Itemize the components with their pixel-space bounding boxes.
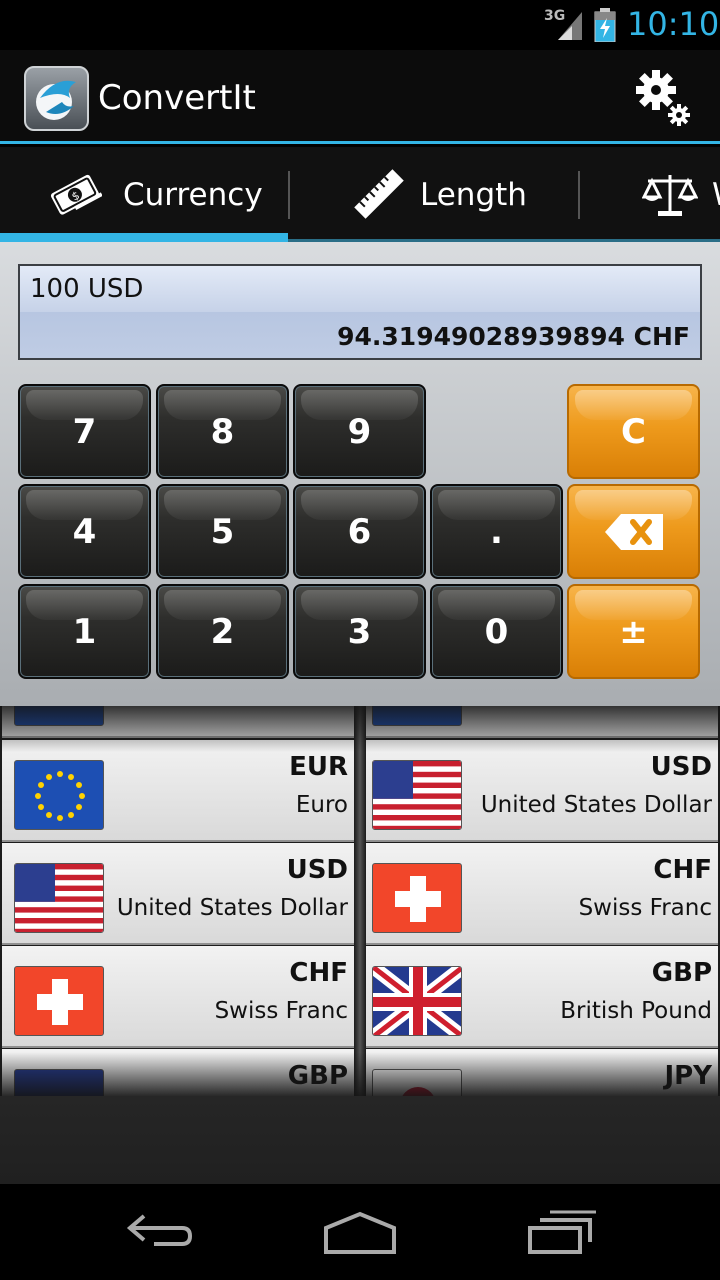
calculator-panel: 100 USD 94.31949028939894 CHF 7 8 9 C 4 … [0, 242, 720, 706]
key-7[interactable]: 7 [18, 384, 151, 479]
key-2[interactable]: 2 [156, 584, 289, 679]
currency-code: GBP [651, 958, 712, 988]
currency-code: USD [286, 855, 348, 885]
ch-flag-icon [372, 863, 462, 933]
backspace-button[interactable] [567, 484, 700, 579]
eu-flag-icon [372, 706, 462, 726]
tab-weight[interactable]: W [580, 147, 720, 242]
navigation-bar [0, 1184, 720, 1280]
tab-length-label: Length [420, 177, 527, 213]
result-value: 94.31949028939894 CHF [337, 322, 690, 351]
conversion-display: 100 USD 94.31949028939894 CHF [18, 264, 702, 360]
from-currency-list[interactable]: EUR Euro USD United States Dollar CHF Sw… [2, 706, 354, 1096]
key-label: . [490, 512, 503, 552]
list-item[interactable] [2, 706, 354, 738]
key-label: 9 [347, 412, 372, 452]
key-1[interactable]: 1 [18, 584, 151, 679]
currency-icon: $ [50, 174, 102, 215]
home-icon[interactable] [322, 1208, 398, 1256]
key-4[interactable]: 4 [18, 484, 151, 579]
tab-strip: $ Currency Length [0, 147, 720, 242]
list-item[interactable]: JPY [366, 1049, 718, 1096]
currency-name: United States Dollar [116, 895, 348, 921]
list-item[interactable]: CHF Swiss Franc [366, 843, 718, 945]
us-flag-icon [14, 863, 104, 933]
to-currency-list[interactable]: USD United States Dollar CHF Swiss Franc [366, 706, 718, 1096]
key-8[interactable]: 8 [156, 384, 289, 479]
eu-flag-icon [14, 760, 104, 830]
clock: 10:10 [627, 5, 720, 43]
app-title: ConvertIt [98, 78, 256, 118]
tab-currency-label: Currency [123, 177, 263, 213]
key-3[interactable]: 3 [293, 584, 426, 679]
signal-icon [558, 12, 582, 40]
gb-flag-icon [372, 966, 462, 1036]
clear-button[interactable]: C [567, 384, 700, 479]
gb-flag-icon [14, 1069, 104, 1096]
status-bar: 3G 10:10 [0, 0, 720, 50]
list-item[interactable] [366, 706, 718, 738]
currency-name: United States Dollar [480, 792, 712, 818]
eu-flag-icon [14, 706, 104, 726]
key-label: 7 [72, 412, 97, 452]
currency-lists: EUR Euro USD United States Dollar CHF Sw… [0, 706, 720, 1096]
battery-icon [594, 8, 616, 42]
currency-name: British Pound [560, 998, 712, 1024]
currency-code: CHF [653, 855, 712, 885]
list-item[interactable]: GBP [2, 1049, 354, 1096]
currency-name: Swiss Franc [578, 895, 712, 921]
plus-minus-button[interactable]: ± [567, 584, 700, 679]
key-label: 3 [347, 612, 372, 652]
ch-flag-icon [14, 966, 104, 1036]
key-label: 4 [72, 512, 97, 552]
tab-weight-label: W [712, 177, 720, 213]
currency-name: Euro [295, 792, 348, 818]
currency-code: JPY [664, 1061, 712, 1091]
key-label: C [621, 412, 646, 452]
list-item[interactable]: USD United States Dollar [366, 740, 718, 842]
key-decimal[interactable]: . [430, 484, 563, 579]
tab-length[interactable]: Length [290, 147, 578, 242]
list-item[interactable]: USD United States Dollar [2, 843, 354, 945]
key-0[interactable]: 0 [430, 584, 563, 679]
key-label: 6 [347, 512, 372, 552]
currency-code: GBP [287, 1061, 348, 1091]
list-item[interactable]: CHF Swiss Franc [2, 946, 354, 1048]
list-divider [354, 706, 366, 1096]
list-item[interactable]: GBP British Pound [366, 946, 718, 1048]
key-5[interactable]: 5 [156, 484, 289, 579]
key-label: 5 [210, 512, 235, 552]
scale-icon [642, 175, 698, 216]
currency-code: USD [650, 752, 712, 782]
currency-code: CHF [289, 958, 348, 988]
jp-flag-icon [372, 1069, 462, 1096]
settings-gear-icon[interactable] [636, 68, 692, 128]
bottom-spacer [0, 1096, 720, 1184]
key-label: 0 [484, 612, 509, 652]
key-6[interactable]: 6 [293, 484, 426, 579]
us-flag-icon [372, 760, 462, 830]
back-icon[interactable] [124, 1208, 196, 1256]
app-logo-icon [24, 66, 89, 131]
currency-code: EUR [289, 752, 348, 782]
tab-currency[interactable]: $ Currency [0, 147, 288, 242]
key-label: ± [619, 612, 648, 652]
tab-active-indicator [0, 233, 288, 242]
currency-name: Swiss Franc [214, 998, 348, 1024]
input-value: 100 USD [30, 274, 144, 304]
key-9[interactable]: 9 [293, 384, 426, 479]
action-bar: ConvertIt [0, 50, 720, 144]
recent-apps-icon[interactable] [526, 1208, 598, 1256]
backspace-icon [605, 514, 663, 550]
key-label: 8 [210, 412, 235, 452]
key-label: 2 [210, 612, 235, 652]
ruler-icon [354, 169, 404, 219]
key-label: 1 [72, 612, 97, 652]
list-item[interactable]: EUR Euro [2, 740, 354, 842]
